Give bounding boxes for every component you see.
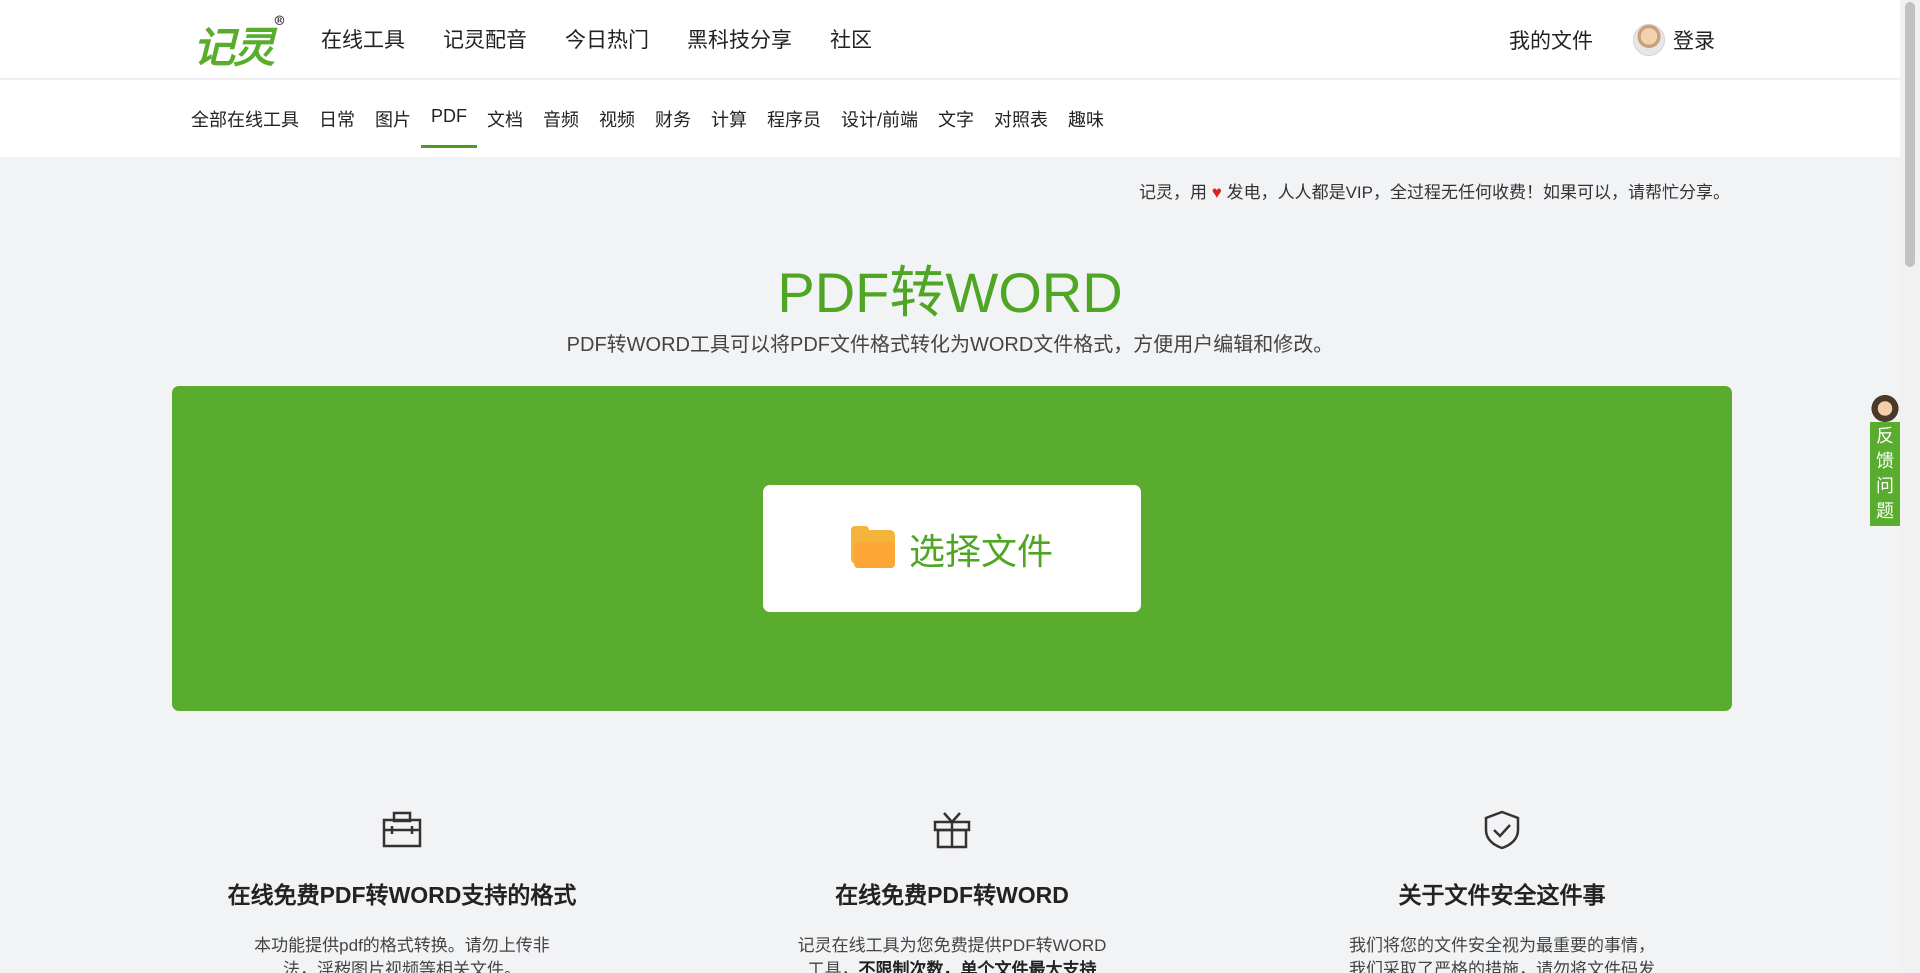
category-programmer[interactable]: 程序员 xyxy=(757,106,831,148)
notice-text-after: 发电，人人都是VIP，全过程无任何收费！如果可以，请帮忙分享。 xyxy=(1226,183,1730,202)
category-document[interactable]: 文档 xyxy=(477,106,533,148)
header-user-area: 我的文件 登录 xyxy=(1509,24,1715,56)
toolbox-icon xyxy=(382,811,422,848)
feature-security-title: 关于文件安全这件事 xyxy=(1398,882,1606,908)
support-notice: 记灵，用 ♥ 发电，人人都是VIP，全过程无任何收费！如果可以，请帮忙分享。 xyxy=(1090,178,1730,203)
nav-online-tools[interactable]: 在线工具 xyxy=(321,24,405,54)
main-nav: 在线工具 记灵配音 今日热门 黑科技分享 社区 xyxy=(321,24,872,54)
category-video[interactable]: 视频 xyxy=(589,106,645,148)
page-scrollbar[interactable] xyxy=(1900,0,1920,973)
feature-free-desc-highlight: 不限制次数，单个文件最大支持100MB xyxy=(858,960,1097,973)
feature-free-title: 在线免费PDF转WORD xyxy=(835,882,1069,908)
choose-file-button[interactable]: 选择文件 xyxy=(763,485,1141,612)
category-audio[interactable]: 音频 xyxy=(533,106,589,148)
category-all-tools[interactable]: 全部在线工具 xyxy=(181,106,309,148)
registered-mark: ® xyxy=(273,14,286,29)
feature-formats-desc: 本功能提供pdf的格式转换。请勿上传非法，淫秽图片视频等相关文件。 xyxy=(254,936,550,973)
nav-community[interactable]: 社区 xyxy=(830,24,872,54)
category-design-frontend[interactable]: 设计/前端 xyxy=(831,106,928,148)
feature-formats-title: 在线免费PDF转WORD支持的格式 xyxy=(227,882,577,908)
category-pdf[interactable]: PDF xyxy=(421,106,477,148)
scrollbar-thumb[interactable] xyxy=(1905,2,1915,267)
feedback-label: 反 馈 问 题 xyxy=(1870,422,1900,526)
category-fun[interactable]: 趣味 xyxy=(1058,106,1114,148)
page-subtitle: PDF转WORD工具可以将PDF文件格式转化为WORD文件格式，方便用户编辑和修… xyxy=(566,334,1334,356)
feedback-avatar xyxy=(1870,392,1900,422)
category-image[interactable]: 图片 xyxy=(365,106,421,148)
feedback-char: 馈 xyxy=(1876,451,1894,471)
nav-today-hot[interactable]: 今日热门 xyxy=(565,24,649,54)
my-files-link[interactable]: 我的文件 xyxy=(1509,25,1593,55)
category-nav: 全部在线工具 日常 图片 PDF 文档 音频 视频 财务 计算 程序员 设计/前… xyxy=(0,80,1900,157)
feature-free-desc: 记灵在线工具为您免费提供PDF转WORD工具，不限制次数，单个文件最大支持100… xyxy=(742,934,1162,973)
feedback-char: 问 xyxy=(1876,476,1894,496)
avatar[interactable] xyxy=(1633,24,1665,56)
nav-dubbing[interactable]: 记灵配音 xyxy=(443,24,527,54)
feature-formats: 在线免费PDF转WORD支持的格式 本功能提供pdf的格式转换。请勿上传非法，淫… xyxy=(192,808,612,973)
feature-security: 关于文件安全这件事 我们将您的文件安全视为最重要的事情，我们采取了严格的措施，请… xyxy=(1292,808,1712,973)
logo-text: 记灵 xyxy=(193,23,275,72)
feature-free: 在线免费PDF转WORD 记灵在线工具为您免费提供PDF转WORD工具，不限制次… xyxy=(742,808,1162,973)
notice-text-before: 记灵，用 xyxy=(1139,183,1208,202)
shield-check-icon xyxy=(1484,810,1520,850)
top-header: 记灵® 在线工具 记灵配音 今日热门 黑科技分享 社区 我的文件 登录 xyxy=(0,0,1900,79)
feedback-char: 题 xyxy=(1876,501,1894,521)
folder-icon xyxy=(850,525,895,568)
nav-tech-share[interactable]: 黑科技分享 xyxy=(687,24,792,54)
page-title: PDF转WORD xyxy=(777,261,1123,324)
category-calculate[interactable]: 计算 xyxy=(701,106,757,148)
upload-dropzone[interactable]: 选择文件 xyxy=(172,386,1732,711)
category-reference-table[interactable]: 对照表 xyxy=(984,106,1058,148)
feature-security-desc: 我们将您的文件安全视为最重要的事情，我们采取了严格的措施，请勿将文件码发给他人。 xyxy=(1349,936,1655,973)
site-logo[interactable]: 记灵® xyxy=(193,14,286,75)
gift-icon xyxy=(933,812,971,849)
category-daily[interactable]: 日常 xyxy=(309,106,365,148)
feedback-char: 反 xyxy=(1876,426,1894,446)
heart-icon: ♥ xyxy=(1211,183,1222,202)
choose-file-label: 选择文件 xyxy=(908,530,1053,572)
login-link[interactable]: 登录 xyxy=(1673,25,1715,55)
category-text[interactable]: 文字 xyxy=(928,106,984,148)
category-finance[interactable]: 财务 xyxy=(645,106,701,148)
feedback-button[interactable]: 反 馈 问 题 xyxy=(1870,392,1900,526)
feature-section: 在线免费PDF转WORD支持的格式 本功能提供pdf的格式转换。请勿上传非法，淫… xyxy=(172,808,1732,973)
